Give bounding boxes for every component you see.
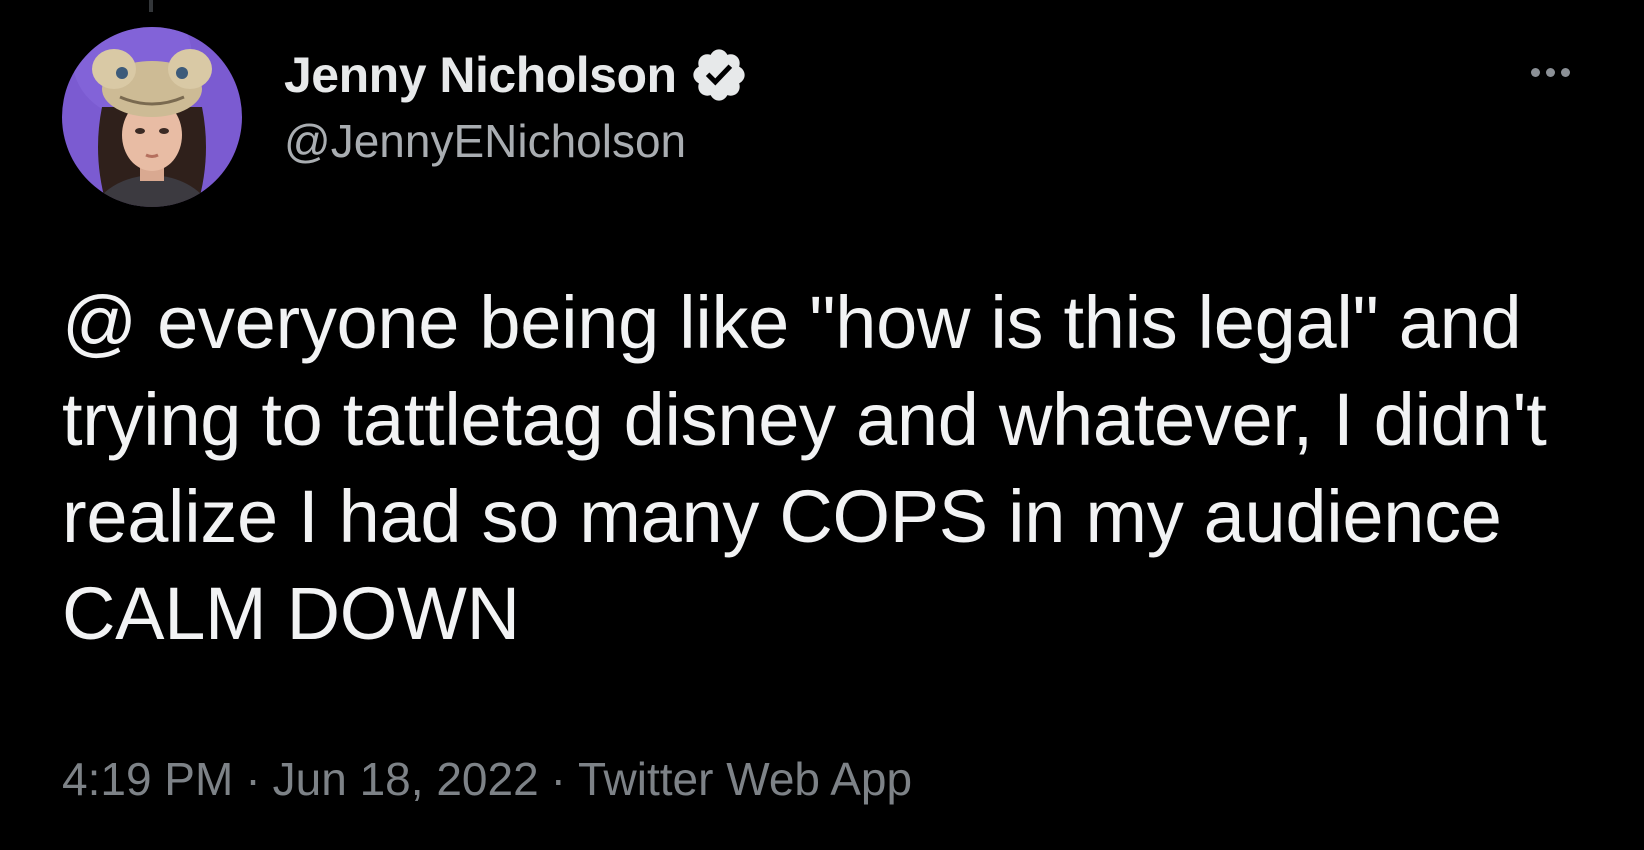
more-horizontal-icon bbox=[1530, 67, 1570, 77]
tweet-header: Jenny Nicholson @JennyENicholson bbox=[284, 40, 749, 168]
thread-connector-line bbox=[149, 0, 153, 12]
meta-separator: · bbox=[245, 753, 261, 805]
tweet-source[interactable]: Twitter Web App bbox=[578, 752, 912, 806]
author-display-name[interactable]: Jenny Nicholson bbox=[284, 46, 677, 104]
more-options-button[interactable] bbox=[1514, 50, 1586, 94]
avatar-image bbox=[62, 27, 242, 207]
name-row: Jenny Nicholson bbox=[284, 40, 749, 110]
tweet-meta: 4:19 PM · Jun 18, 2022 · Twitter Web App bbox=[62, 752, 912, 806]
tweet-text: @ everyone being like "how is this legal… bbox=[62, 281, 1547, 655]
avatar[interactable] bbox=[62, 27, 242, 207]
meta-separator: · bbox=[550, 753, 566, 805]
author-handle[interactable]: @JennyENicholson bbox=[284, 114, 749, 168]
tweet-date[interactable]: Jun 18, 2022 bbox=[273, 752, 539, 806]
verified-badge-icon bbox=[689, 45, 749, 105]
tweet-time[interactable]: 4:19 PM bbox=[62, 752, 233, 806]
